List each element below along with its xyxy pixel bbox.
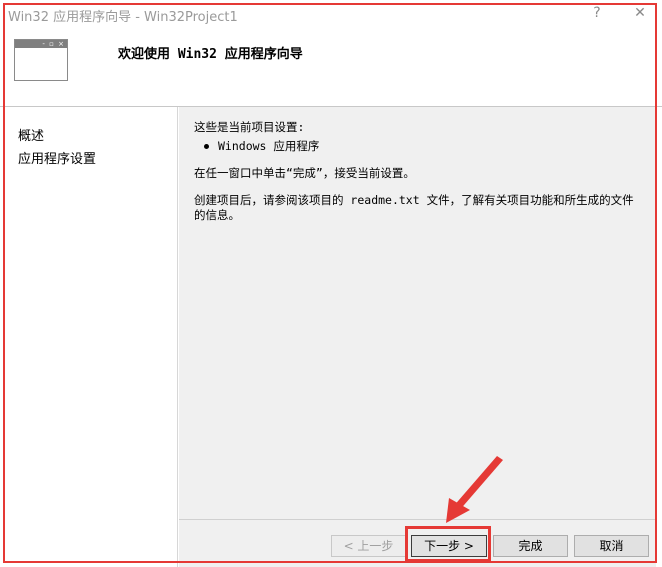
page-title: 欢迎使用 Win32 应用程序向导 bbox=[118, 47, 303, 62]
help-icon[interactable]: ? bbox=[584, 3, 610, 23]
settings-bullet: Windows 应用程序 bbox=[204, 139, 654, 154]
wizard-sidebar: 概述 应用程序设置 bbox=[0, 107, 178, 567]
close-icon[interactable]: ✕ bbox=[627, 3, 653, 23]
previous-button[interactable]: < 上一步 bbox=[331, 535, 406, 557]
title-bar: Win32 应用程序向导 - Win32Project1 ? ✕ bbox=[0, 0, 662, 28]
wizard-header: - ▫ × 欢迎使用 Win32 应用程序向导 bbox=[0, 28, 662, 106]
sidebar-item-overview[interactable]: 概述 bbox=[18, 125, 44, 144]
bullet-icon bbox=[204, 144, 209, 149]
cancel-button[interactable]: 取消 bbox=[574, 535, 649, 557]
sidebar-item-app-settings[interactable]: 应用程序设置 bbox=[18, 148, 96, 167]
window-icon-bar: - ▫ × bbox=[15, 40, 67, 48]
settings-bullet-text: Windows 应用程序 bbox=[218, 139, 320, 153]
finish-button[interactable]: 完成 bbox=[493, 535, 568, 557]
next-button[interactable]: 下一步 > bbox=[411, 535, 487, 557]
readme-info-text: 创建项目后，请参阅该项目的 readme.txt 文件，了解有关项目功能和所生成… bbox=[194, 193, 634, 222]
window-title: Win32 应用程序向导 - Win32Project1 bbox=[8, 10, 238, 25]
finish-instruction-text: 在任一窗口中单击“完成”，接受当前设置。 bbox=[194, 166, 415, 180]
window-icon: - ▫ × bbox=[14, 39, 68, 81]
wizard-content: 这些是当前项目设置: Windows 应用程序 在任一窗口中单击“完成”，接受当… bbox=[179, 107, 656, 519]
settings-intro-text: 这些是当前项目设置: bbox=[194, 120, 305, 134]
